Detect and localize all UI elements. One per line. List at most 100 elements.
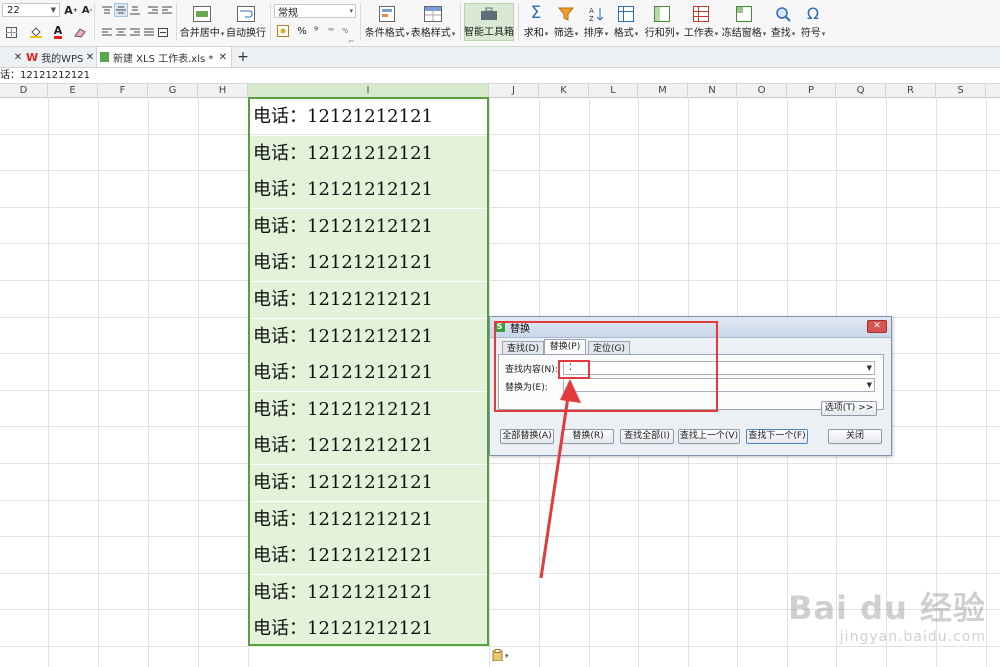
auto-wrap-button[interactable]: 自动换行 [226, 3, 266, 41]
fill-color-button[interactable] [26, 24, 46, 40]
percent-button[interactable]: % [294, 24, 310, 38]
separator [518, 3, 519, 41]
chevron-down-icon[interactable]: ▼ [867, 379, 872, 391]
spreadsheet-file-icon [100, 52, 109, 62]
font-shrink-button[interactable]: A- [80, 3, 94, 17]
align-right-icon [130, 28, 140, 35]
symbol-button[interactable]: Ω 符号▾ [798, 3, 828, 41]
tab-close-button[interactable]: ✕ [84, 47, 96, 67]
font-grow-button[interactable]: A + [64, 3, 78, 17]
merge-center-button[interactable]: 合并居中▾ [180, 3, 224, 41]
column-header-f[interactable]: F [98, 84, 148, 97]
sort-button[interactable]: AZ 排序▾ [582, 3, 610, 41]
column-header-s[interactable]: S [936, 84, 986, 97]
grid-line [0, 536, 1000, 538]
column-header-q[interactable]: Q [836, 84, 886, 97]
tab-workbook[interactable]: 新建 XLS 工作表.xls * ✕ [96, 47, 232, 67]
chevron-down-icon: ▼ [50, 6, 56, 14]
find-button[interactable]: 查找▾ [768, 3, 798, 41]
close-button[interactable]: 关闭 [828, 429, 882, 444]
close-icon[interactable]: ✕ [219, 52, 227, 63]
selection-border [248, 97, 489, 646]
tab-close-button[interactable]: ✕ [12, 47, 24, 67]
column-header-l[interactable]: L [589, 84, 638, 97]
justify-icon [144, 28, 154, 35]
align-top-icon [102, 6, 112, 13]
find-all-button[interactable]: 查找全部(I) [620, 429, 674, 444]
separator [460, 3, 461, 41]
column-header-i[interactable]: I [248, 84, 489, 97]
smart-toolbox-button[interactable]: 智能工具箱 [464, 3, 514, 41]
border-button[interactable] [2, 24, 20, 40]
new-tab-button[interactable]: + [236, 47, 250, 67]
indent-increase-button[interactable] [160, 4, 174, 16]
grid-line [0, 646, 1000, 647]
align-left-button[interactable] [100, 26, 114, 38]
sum-button[interactable]: Σ 求和▾ [522, 3, 550, 41]
table-style-button[interactable]: 表格样式▾ [410, 3, 456, 41]
column-header-g[interactable]: G [148, 84, 198, 97]
find-next-button[interactable]: 查找下一个(F) [746, 429, 808, 444]
formula-bar[interactable]: 话：12121212121 [0, 68, 1000, 84]
freeze-panes-icon [736, 5, 752, 22]
align-left-icon [102, 28, 112, 35]
row-col-button[interactable]: 行和列▾ [644, 3, 680, 41]
column-header-r[interactable]: R [886, 84, 936, 97]
tab-my-wps[interactable]: W 我的WPS [26, 47, 92, 67]
format-button[interactable]: 格式▾ [612, 3, 640, 41]
font-color-icon: A [53, 23, 63, 39]
column-header-e[interactable]: E [48, 84, 98, 97]
grid-line [0, 280, 1000, 281]
grid-line [0, 463, 1000, 464]
column-header-p[interactable]: P [787, 84, 836, 97]
separator [94, 3, 95, 41]
button-label: 查找上一个(V) [679, 431, 739, 441]
watermark-url: jingyan.baidu.com [839, 629, 986, 645]
paint-bucket-icon [30, 26, 42, 38]
clear-format-button[interactable] [70, 24, 90, 40]
decimal-increase-button[interactable]: ⁰⁰ [324, 24, 338, 38]
column-header-n[interactable]: N [688, 84, 737, 97]
align-right-button[interactable] [128, 26, 142, 38]
column-header-h[interactable]: H [198, 84, 248, 97]
filter-button[interactable]: 筛选▾ [552, 3, 580, 41]
indent-decrease-button[interactable] [146, 4, 160, 16]
freeze-panes-label: 冻结窗格 [721, 27, 762, 39]
align-center-icon [116, 28, 126, 35]
number-format-select[interactable]: 常规 ▾ [274, 4, 356, 19]
paste-options-button[interactable]: ▾ [492, 648, 514, 663]
dialog-close-button[interactable]: ✕ [867, 320, 887, 333]
chevron-down-icon[interactable]: ▼ [867, 362, 872, 374]
eraser-icon [74, 27, 86, 38]
align-top-button[interactable] [100, 4, 114, 16]
align-bottom-button[interactable] [128, 4, 142, 16]
thousands-button[interactable]: ⁹ [310, 24, 322, 38]
column-header-d[interactable]: D [0, 84, 48, 97]
grid-line [936, 97, 937, 667]
options-button[interactable]: 选项(T) >> [821, 401, 877, 416]
font-color-button[interactable]: A [48, 24, 68, 40]
align-center-button[interactable] [114, 26, 128, 38]
number-format-value: 常规 [278, 7, 298, 19]
font-size-select[interactable]: 22 ▼ [2, 3, 60, 17]
column-header-o[interactable]: O [737, 84, 787, 97]
find-label: 查找 [770, 27, 791, 39]
grid-line [0, 243, 1000, 245]
filter-label: 筛选 [553, 27, 574, 39]
indent-decrease-icon [148, 6, 158, 13]
conditional-format-button[interactable]: 条件格式▾ [364, 3, 410, 41]
freeze-panes-button[interactable]: 冻结窗格▾ [722, 3, 766, 41]
worksheet-button[interactable]: 工作表▾ [682, 3, 720, 41]
distribute-button[interactable] [156, 26, 170, 38]
column-header-j[interactable]: J [489, 84, 539, 97]
decimal-decrease-button[interactable]: ⁰₀ [338, 24, 352, 38]
conditional-format-icon [379, 5, 395, 22]
column-header-m[interactable]: M [638, 84, 688, 97]
tab-label: 新建 XLS 工作表.xls * [113, 53, 214, 65]
justify-button[interactable] [142, 26, 156, 38]
grid-line [0, 499, 1000, 501]
column-header-k[interactable]: K [539, 84, 589, 97]
currency-button[interactable] [274, 24, 292, 38]
find-previous-button[interactable]: 查找上一个(V) [678, 429, 740, 444]
align-middle-button[interactable] [114, 3, 128, 17]
